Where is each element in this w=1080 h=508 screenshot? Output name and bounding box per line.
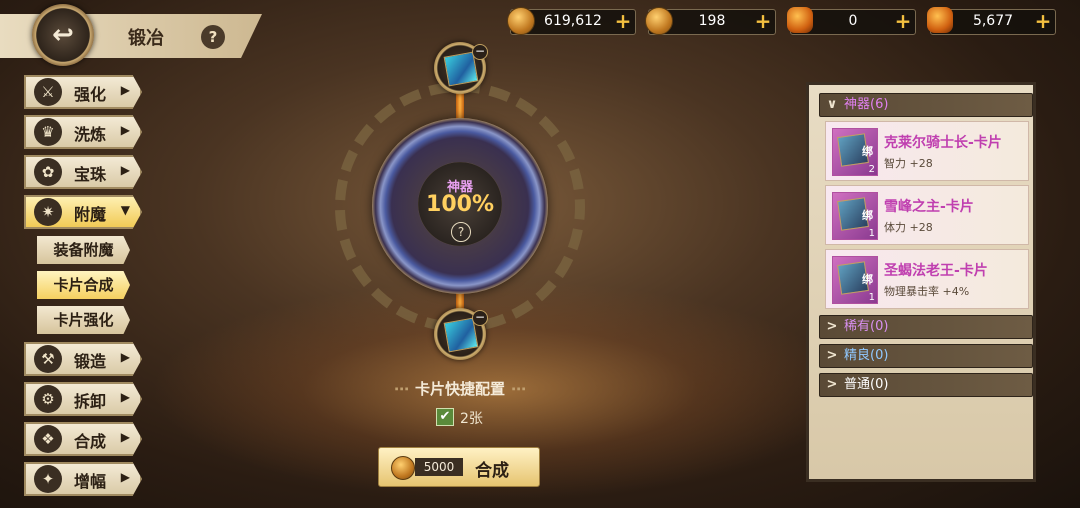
menu-forge[interactable]: ⚒ 锻造 ▶ xyxy=(24,342,142,376)
back-icon: ↩ xyxy=(52,20,74,50)
add-gold-button[interactable]: + xyxy=(754,11,772,31)
menu-label: 宝珠 xyxy=(74,165,107,184)
resource-gold: 198 + xyxy=(645,7,776,35)
gold-coin-lock-icon xyxy=(507,7,535,35)
card-thumbnail: 绑 1 xyxy=(832,256,878,304)
resource-gold-locked: 619,612 + xyxy=(507,7,636,35)
chevron-right-icon: ▶ xyxy=(120,430,130,444)
category-rare[interactable]: > 稀有(0) xyxy=(819,315,1033,339)
chevron-down-icon: ▼ xyxy=(120,203,130,217)
menu-label: 附魔 xyxy=(74,205,107,224)
card-thumbnail: 绑 1 xyxy=(832,192,878,240)
amber-crystal-icon xyxy=(927,7,953,33)
synthesize-button[interactable]: 5000 合成 xyxy=(378,447,540,487)
back-button[interactable]: ↩ xyxy=(32,4,94,66)
menu-label: 合成 xyxy=(74,432,107,451)
sword-wing-icon: ⚔ xyxy=(34,78,62,106)
card-name: 雪峰之主-卡片 xyxy=(884,199,974,215)
card-item[interactable]: 绑 1 雪峰之主-卡片 体力 +28 xyxy=(825,185,1029,245)
star-burst-icon: ✷ xyxy=(34,198,62,226)
card-stat: 智力 +28 xyxy=(884,157,933,170)
crown-icon: ♛ xyxy=(34,118,62,146)
menu-gem[interactable]: ✿ 宝珠 ▶ xyxy=(24,155,142,189)
item-count: 1 xyxy=(868,292,875,303)
flower-gem-icon: ✿ xyxy=(34,158,62,186)
gear-hammer-icon: ⚙ xyxy=(34,385,62,413)
chevron-right-icon: > xyxy=(826,319,838,334)
chevron-right-icon: ▶ xyxy=(120,163,130,177)
resource-value: 0 xyxy=(848,13,858,29)
chevron-right-icon: ▶ xyxy=(120,123,130,137)
diamond-star-icon: ✦ xyxy=(34,465,62,493)
submenu-equip-enchant[interactable]: 装备附魔 xyxy=(37,236,130,264)
card-slot-bottom[interactable]: − xyxy=(434,308,488,360)
resource-value: 619,612 xyxy=(544,13,602,29)
category-artifact[interactable]: ∨ 神器(6) xyxy=(819,93,1033,117)
card-item[interactable]: 绑 1 圣蝎法老王-卡片 物理暴击率 +4% xyxy=(825,249,1029,309)
chevron-down-icon: ∨ xyxy=(826,97,838,112)
resource-crystal-locked: 0 + xyxy=(787,7,916,35)
submenu-card-enhance[interactable]: 卡片强化 xyxy=(37,306,130,334)
chevron-right-icon: ▶ xyxy=(120,470,130,484)
resource-crystal: 5,677 + xyxy=(927,7,1056,35)
quick-config-label[interactable]: 卡片快捷配置 xyxy=(380,378,540,399)
quantity-checkbox[interactable]: ✔ xyxy=(436,408,454,426)
category-label: 普通(0) xyxy=(844,377,889,392)
menu-amplify[interactable]: ✦ 增幅 ▶ xyxy=(24,462,142,496)
card-stat: 物理暴击率 +4% xyxy=(884,285,970,298)
category-label: 精良(0) xyxy=(844,348,889,363)
menu-refine[interactable]: ♛ 洗炼 ▶ xyxy=(24,115,142,149)
bound-tag: 绑 xyxy=(862,273,873,286)
success-rate: 100% xyxy=(426,192,494,217)
menu-combine[interactable]: ❖ 合成 ▶ xyxy=(24,422,142,456)
menu-label: 锻造 xyxy=(74,352,107,371)
card-list-panel: ∨ 神器(6) 绑 2 克莱尔骑士长-卡片 智力 +28 绑 1 雪峰之主-卡片 … xyxy=(806,82,1036,482)
menu-label: 拆卸 xyxy=(74,392,107,411)
bound-tag: 绑 xyxy=(862,209,873,222)
quantity-label: 2张 xyxy=(460,411,483,427)
card-item[interactable]: 绑 2 克莱尔骑士长-卡片 智力 +28 xyxy=(825,121,1029,181)
menu-label: 强化 xyxy=(74,85,107,104)
category-elite[interactable]: > 精良(0) xyxy=(819,344,1033,368)
synth-label: 合成 xyxy=(475,461,509,481)
menu-enhance[interactable]: ⚔ 强化 ▶ xyxy=(24,75,142,109)
bound-tag: 绑 xyxy=(862,145,873,158)
item-count: 1 xyxy=(868,228,875,239)
chevron-right-icon: > xyxy=(826,377,838,392)
submenu-card-synthesis[interactable]: 卡片合成 xyxy=(37,271,130,299)
chevron-right-icon: ▶ xyxy=(120,350,130,364)
category-common[interactable]: > 普通(0) xyxy=(819,373,1033,397)
diamond-gear-icon: ❖ xyxy=(34,425,62,453)
synth-cost: 5000 xyxy=(415,458,463,476)
rate-help-icon[interactable]: ? xyxy=(451,222,471,242)
category-label: 稀有(0) xyxy=(844,319,889,334)
card-slot-top[interactable]: − xyxy=(434,42,488,94)
gold-coin-lock-icon xyxy=(391,456,415,480)
help-button[interactable]: ? xyxy=(201,25,225,49)
menu-enchant[interactable]: ✷ 附魔 ▼ xyxy=(24,195,142,229)
add-crystal-button[interactable]: + xyxy=(1034,11,1052,31)
category-label: 神器(6) xyxy=(844,97,889,112)
gold-coin-icon xyxy=(645,7,673,35)
add-crystal-locked-button[interactable]: + xyxy=(894,11,912,31)
resource-value: 198 xyxy=(698,13,726,29)
card-name: 圣蝎法老王-卡片 xyxy=(884,263,988,279)
menu-dismantle[interactable]: ⚙ 拆卸 ▶ xyxy=(24,382,142,416)
item-count: 2 xyxy=(868,164,875,175)
chevron-right-icon: > xyxy=(826,348,838,363)
amber-crystal-lock-icon xyxy=(787,7,813,33)
menu-label: 洗炼 xyxy=(74,125,107,144)
resource-value: 5,677 xyxy=(972,13,1014,29)
card-stat: 体力 +28 xyxy=(884,221,933,234)
chevron-right-icon: ▶ xyxy=(120,83,130,97)
card-name: 克莱尔骑士长-卡片 xyxy=(884,135,1002,151)
card-thumbnail: 绑 2 xyxy=(832,128,878,176)
remove-card-icon[interactable]: − xyxy=(472,310,488,326)
menu-label: 增幅 xyxy=(74,472,107,491)
remove-card-icon[interactable]: − xyxy=(472,44,488,60)
page-title: 锻冶 xyxy=(128,28,164,49)
add-gold-locked-button[interactable]: + xyxy=(614,11,632,31)
anvil-icon: ⚒ xyxy=(34,345,62,373)
chevron-right-icon: ▶ xyxy=(120,390,130,404)
